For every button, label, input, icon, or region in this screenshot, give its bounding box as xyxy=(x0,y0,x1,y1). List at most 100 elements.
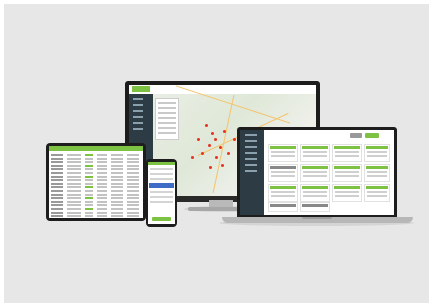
table-cell xyxy=(127,175,139,178)
job-card[interactable] xyxy=(300,144,330,162)
table-cell xyxy=(67,200,81,203)
phone-screen xyxy=(148,162,175,224)
table-row[interactable] xyxy=(51,197,141,200)
list-item[interactable] xyxy=(150,168,173,170)
sidebar-item[interactable] xyxy=(245,152,257,154)
table-row[interactable] xyxy=(51,204,141,207)
sidebar-item[interactable] xyxy=(245,164,257,166)
job-card[interactable] xyxy=(268,164,298,182)
table-row[interactable] xyxy=(51,168,141,171)
sidebar-item[interactable] xyxy=(133,128,143,130)
laptop-base xyxy=(222,217,413,223)
map-pin-icon[interactable] xyxy=(219,146,222,149)
sidebar-item[interactable] xyxy=(245,146,257,148)
table-row[interactable] xyxy=(51,164,141,167)
map-pin-icon[interactable] xyxy=(209,166,212,169)
submit-button[interactable] xyxy=(152,217,171,221)
secondary-button[interactable] xyxy=(350,133,362,138)
sidebar-item[interactable] xyxy=(133,98,143,100)
map-pin-icon[interactable] xyxy=(221,164,224,167)
job-card[interactable] xyxy=(364,164,390,182)
table-cell xyxy=(111,157,123,160)
sidebar-item[interactable] xyxy=(245,158,257,160)
table-cell xyxy=(111,168,123,171)
table-row[interactable] xyxy=(51,175,141,178)
list-item[interactable] xyxy=(150,201,173,203)
table-cell xyxy=(111,164,123,167)
table-cell xyxy=(67,186,81,189)
sidebar-item[interactable] xyxy=(133,122,143,124)
sidebar-item[interactable] xyxy=(133,116,143,118)
table-row[interactable] xyxy=(51,215,141,218)
map-pin-icon[interactable] xyxy=(211,132,214,135)
table-cell xyxy=(127,190,139,192)
table-cell xyxy=(67,172,81,174)
map-pin-icon[interactable] xyxy=(227,152,230,155)
table-cell xyxy=(85,200,93,203)
job-card[interactable] xyxy=(300,164,330,182)
table-cell xyxy=(97,154,107,156)
list-item[interactable] xyxy=(150,196,173,198)
job-card[interactable] xyxy=(268,144,298,162)
table-row[interactable] xyxy=(51,182,141,185)
table-cell xyxy=(111,172,123,174)
job-card[interactable] xyxy=(332,184,362,202)
list-item[interactable] xyxy=(150,178,173,180)
list-item[interactable] xyxy=(150,173,173,175)
map-pin-icon[interactable] xyxy=(208,144,211,147)
primary-button[interactable] xyxy=(365,133,379,138)
list-item[interactable] xyxy=(150,191,173,193)
table-row[interactable] xyxy=(51,186,141,189)
table-cell xyxy=(127,179,139,182)
table-row[interactable] xyxy=(51,193,141,196)
sidebar-item[interactable] xyxy=(245,170,257,172)
job-card[interactable] xyxy=(300,184,330,202)
table-cell xyxy=(85,193,93,196)
table-cell xyxy=(67,154,81,156)
table-row[interactable] xyxy=(51,190,141,192)
map-pin-icon[interactable] xyxy=(215,156,218,159)
table-cell xyxy=(67,161,81,164)
job-card[interactable] xyxy=(268,184,298,202)
map-pin-icon[interactable] xyxy=(233,138,236,141)
map-filter-panel[interactable] xyxy=(155,98,179,140)
job-card[interactable] xyxy=(364,144,390,162)
selected-list-item[interactable] xyxy=(149,183,174,188)
table-cell xyxy=(97,193,107,196)
map-pin-icon[interactable] xyxy=(191,156,194,159)
job-card[interactable] xyxy=(364,184,390,202)
map-pin-icon[interactable] xyxy=(205,124,208,127)
table-row[interactable] xyxy=(51,211,141,214)
table-cell xyxy=(51,215,63,218)
laptop-screen xyxy=(240,130,394,215)
sidebar-item[interactable] xyxy=(133,110,143,112)
table-cell xyxy=(127,186,139,189)
map-pin-icon[interactable] xyxy=(214,138,217,141)
table-cell xyxy=(51,168,63,171)
sidebar-item[interactable] xyxy=(133,104,143,106)
table-cell xyxy=(127,161,139,164)
table-cell xyxy=(127,168,139,171)
device-mockup-scene xyxy=(4,4,429,303)
table-row[interactable] xyxy=(51,208,141,210)
table-cell xyxy=(51,182,63,185)
map-pin-icon[interactable] xyxy=(223,130,226,133)
table-cell xyxy=(67,197,81,200)
map-pin-icon[interactable] xyxy=(197,138,200,141)
tablet-screen xyxy=(49,146,143,218)
table-row[interactable] xyxy=(51,161,141,164)
smartphone xyxy=(146,159,177,227)
table-row[interactable] xyxy=(51,157,141,160)
job-card[interactable] xyxy=(300,202,330,212)
table-row[interactable] xyxy=(51,179,141,182)
map-pin-icon[interactable] xyxy=(201,152,204,155)
table-row[interactable] xyxy=(51,154,141,156)
tablet xyxy=(46,143,146,221)
sidebar-item[interactable] xyxy=(245,134,257,136)
table-row[interactable] xyxy=(51,172,141,174)
sidebar-item[interactable] xyxy=(245,140,257,142)
table-row[interactable] xyxy=(51,200,141,203)
job-card[interactable] xyxy=(332,144,362,162)
job-card[interactable] xyxy=(332,164,362,182)
job-card[interactable] xyxy=(268,202,298,212)
